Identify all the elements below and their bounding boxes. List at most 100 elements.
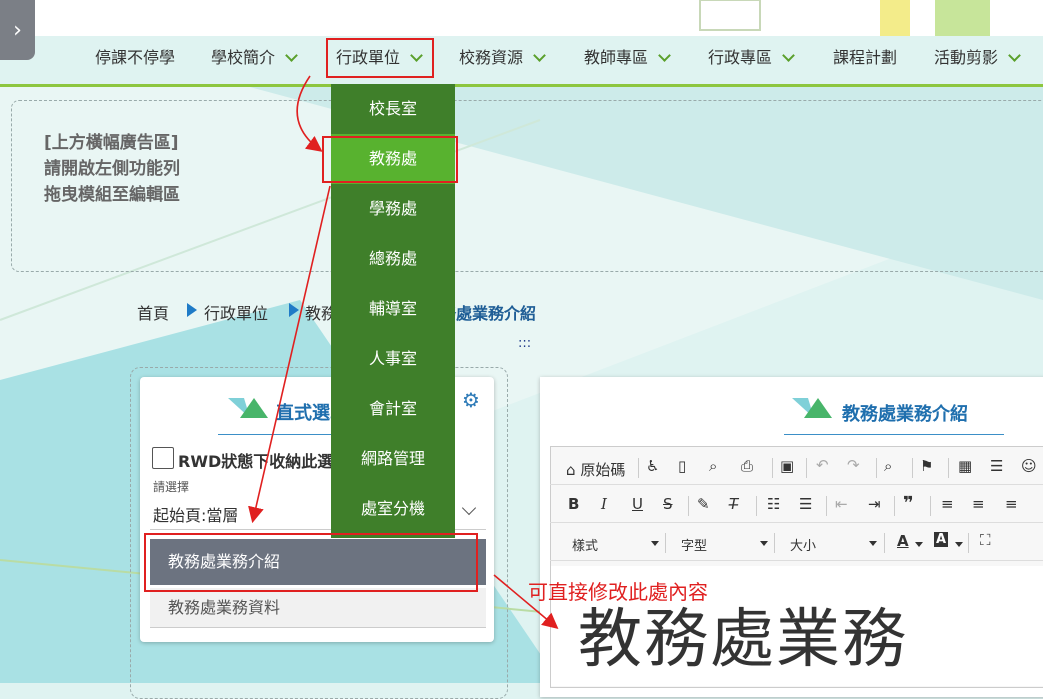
blockquote-icon[interactable]: ❞ [903, 493, 914, 514]
nav-item-label: 學校簡介 [211, 48, 276, 67]
accesskey-marker[interactable]: ::: [518, 336, 531, 351]
menu-item-network[interactable]: 網路管理 [331, 434, 455, 484]
nav-item-gallery[interactable]: 活動剪影 [934, 44, 1021, 68]
module-logo-icon [228, 398, 268, 418]
menu-item-general-affairs[interactable]: 總務處 [331, 234, 455, 284]
nav-item-label: 活動剪影 [934, 48, 999, 67]
nav-underline [0, 84, 1043, 87]
maximize-icon[interactable]: ⛶ [980, 531, 991, 549]
search-icon[interactable]: ⌕ [884, 457, 892, 475]
horizontal-rule-icon[interactable]: ☰ [990, 457, 1003, 475]
align-left-icon[interactable]: ≡ [941, 495, 954, 513]
annotation-box-nav [326, 38, 434, 78]
underline-icon[interactable]: U [632, 495, 643, 513]
ad-line: 請開啟左側功能列 [44, 159, 180, 179]
text-color-icon[interactable]: A [897, 532, 909, 550]
bulleted-list-icon[interactable]: ☰ [799, 495, 812, 513]
editor-toolbar-row-2 [550, 488, 1043, 523]
paste-icon[interactable]: ▣ [780, 457, 794, 475]
toolbar-separator [774, 533, 775, 553]
nav-item-label: 停課不停學 [95, 48, 176, 67]
toolbar-separator [826, 496, 827, 516]
title-underline [784, 434, 1004, 435]
redo-icon[interactable]: ↷ [847, 456, 860, 474]
outdent-icon[interactable]: ⇤ [835, 495, 848, 513]
menu-item-personnel[interactable]: 人事室 [331, 334, 455, 384]
toolbar-separator [638, 458, 639, 478]
menu-item-student-affairs[interactable]: 學務處 [331, 184, 455, 234]
gear-icon[interactable]: ⚙ [462, 388, 480, 412]
caret-down-icon [915, 542, 923, 547]
italic-icon[interactable]: I [601, 495, 607, 513]
nav-item-online-learning[interactable]: 停課不停學 [95, 44, 175, 68]
breadcrumb-arrow-icon [187, 303, 197, 317]
module-logo-icon [792, 398, 832, 418]
content-module-title: 教務處業務介紹 [842, 404, 968, 425]
toolbar-separator [772, 458, 773, 478]
toolbar-separator [894, 496, 895, 516]
preview-icon[interactable]: ⌕ [709, 457, 717, 475]
toolbar-separator [912, 458, 913, 478]
strikethrough-icon[interactable]: S [663, 495, 673, 513]
breadcrumb-administration[interactable]: 行政單位 [204, 300, 268, 324]
menu-option-data[interactable]: 教務處業務資料 [150, 588, 486, 628]
rwd-collapse-label: RWD狀態下收納此選單 [178, 452, 350, 471]
breadcrumb-home[interactable]: 首頁 [137, 300, 169, 324]
menu-item-extensions[interactable]: 處室分機 [331, 484, 455, 534]
background-color-icon[interactable]: A [934, 532, 949, 547]
undo-icon[interactable]: ↶ [816, 456, 829, 474]
nav-item-label: 行政專區 [708, 48, 773, 67]
indent-icon[interactable]: ⇥ [868, 495, 881, 513]
align-center-icon[interactable]: ≡ [972, 495, 985, 513]
start-page-select[interactable]: 起始頁:當層 [153, 502, 238, 526]
accessibility-icon[interactable]: ♿ [646, 457, 659, 475]
menu-item-principal[interactable]: 校長室 [331, 84, 455, 134]
toolbar-separator [968, 533, 969, 553]
rwd-collapse-checkbox[interactable] [152, 447, 174, 469]
caret-down-icon [760, 541, 768, 546]
caret-down-icon [955, 542, 963, 547]
menu-item-accounting[interactable]: 會計室 [331, 384, 455, 434]
new-page-icon[interactable]: ▯ [678, 457, 686, 475]
format-painter-icon[interactable]: ✎ [697, 495, 710, 513]
toolbar-separator [930, 496, 931, 516]
nav-item-resources[interactable]: 校務資源 [459, 44, 546, 68]
table-icon[interactable]: ▦ [958, 457, 972, 475]
bold-icon[interactable]: B [568, 495, 579, 513]
font-dropdown[interactable]: 字型 [681, 535, 707, 554]
anchor-icon[interactable]: ⚑ [920, 457, 933, 475]
nav-item-teachers[interactable]: 教師專區 [584, 44, 671, 68]
nav-item-curriculum[interactable]: 課程計劃 [833, 44, 897, 68]
align-right-icon[interactable]: ≡ [1005, 495, 1018, 513]
print-icon[interactable]: ⎙ [741, 457, 753, 475]
nav-item-label: 校務資源 [459, 48, 524, 67]
smiley-icon[interactable]: ☺ [1021, 457, 1037, 475]
source-icon: ⌂ [566, 461, 576, 479]
chevron-down-icon [658, 49, 671, 62]
nav-item-label: 教師專區 [584, 48, 649, 67]
style-dropdown[interactable]: 樣式 [572, 535, 598, 554]
toolbar-separator [948, 458, 949, 478]
ad-line: [上方橫幅廣告區] [44, 133, 179, 153]
toolbar-separator [884, 533, 885, 553]
toolbar-separator [665, 533, 666, 553]
source-code-button[interactable]: ⌂ 原始碼 [566, 459, 625, 480]
source-label: 原始碼 [580, 461, 626, 479]
select-label: 請選擇 [153, 480, 190, 494]
numbered-list-icon[interactable]: ☷ [767, 495, 780, 513]
chevron-down-icon [782, 49, 795, 62]
caret-down-icon [651, 541, 659, 546]
remove-format-icon[interactable]: T̶ [729, 495, 738, 513]
caret-down-icon [869, 541, 877, 546]
size-dropdown[interactable]: 大小 [790, 535, 816, 554]
nav-item-school-intro[interactable]: 學校簡介 [211, 44, 298, 68]
toolbar-separator [688, 496, 689, 516]
annotation-box-option [144, 533, 478, 592]
chevron-down-icon [533, 49, 546, 62]
menu-item-counseling[interactable]: 輔導室 [331, 284, 455, 334]
banner-ad-text: [上方橫幅廣告區] 請開啟左側功能列 拖曳模組至編輯區 [44, 130, 180, 208]
toolbar-separator [756, 496, 757, 516]
nav-item-admin-zone[interactable]: 行政專區 [708, 44, 795, 68]
annotation-note: 可直接修改此處內容 [528, 580, 708, 604]
nav-item-label: 課程計劃 [833, 48, 898, 67]
